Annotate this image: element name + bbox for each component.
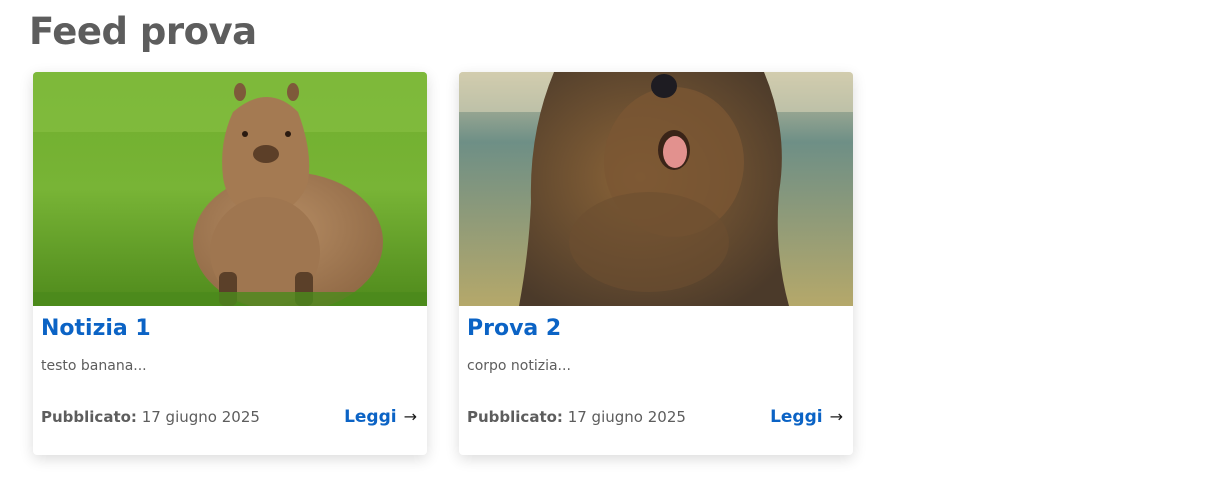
read-more-link[interactable]: Leggi → [770,407,843,427]
read-more-label: Leggi [344,407,397,427]
card-footer: Pubblicato: 17 giugno 2025 Leggi → [467,407,843,427]
arrow-right-icon: → [829,407,843,426]
card-image-quokka[interactable] [459,72,853,306]
page-title: Feed prova [29,10,257,53]
feed-card: Notizia 1 testo banana... Pubblicato: 17… [33,72,427,455]
published-label: Pubblicato: [41,408,137,426]
published-date: 17 giugno 2025 [567,408,686,426]
arrow-right-icon: → [403,407,417,426]
published-label: Pubblicato: [467,408,563,426]
feed-card-list: Notizia 1 testo banana... Pubblicato: 17… [33,72,853,455]
feed-card: Prova 2 corpo notizia... Pubblicato: 17 … [459,72,853,455]
card-title[interactable]: Prova 2 [467,315,561,343]
card-image-capybara[interactable] [33,72,427,306]
card-excerpt: testo banana... [41,358,147,374]
card-excerpt: corpo notizia... [467,358,571,374]
published-date: 17 giugno 2025 [141,408,260,426]
published-info: Pubblicato: 17 giugno 2025 [41,407,260,427]
published-info: Pubblicato: 17 giugno 2025 [467,407,686,427]
card-footer: Pubblicato: 17 giugno 2025 Leggi → [41,407,417,427]
card-title[interactable]: Notizia 1 [41,315,151,343]
read-more-link[interactable]: Leggi → [344,407,417,427]
read-more-label: Leggi [770,407,823,427]
